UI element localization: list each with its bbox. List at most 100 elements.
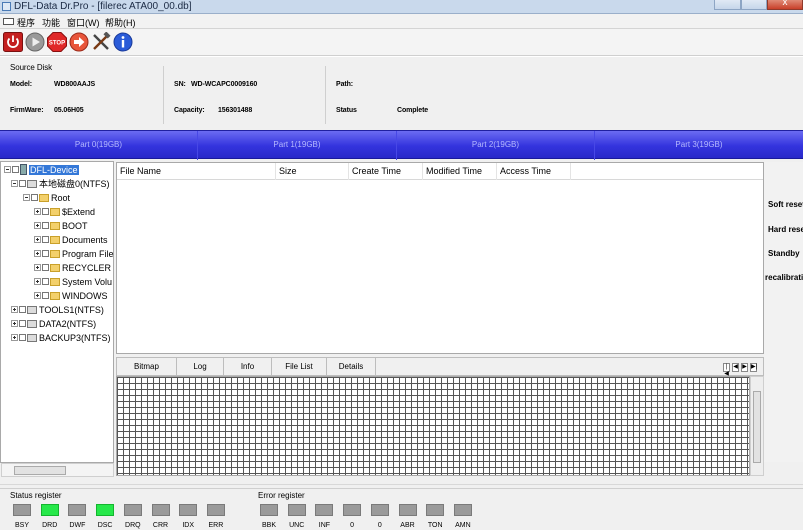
tree-node-folder[interactable]: System Volu [34,276,112,289]
checkbox[interactable] [19,306,26,314]
source-disk-title: Source Disk [10,63,53,72]
partition-segment[interactable]: Part 3(19GB) [595,131,803,160]
register-bit-led [398,504,417,516]
checkbox[interactable] [42,222,49,230]
tree-node-folder[interactable]: Documents [34,234,108,247]
tree-node-folder[interactable]: RECYCLER [34,262,111,275]
checkbox[interactable] [19,180,26,188]
expand-icon[interactable] [34,236,41,244]
column-header-create-time[interactable]: Create Time [352,166,401,176]
column-divider[interactable] [348,163,349,180]
checkbox[interactable] [31,194,38,202]
model-label: Model: [10,81,32,88]
checkbox[interactable] [42,208,49,216]
minimize-button[interactable] [714,0,741,10]
tree-node-volume[interactable]: DATA2(NTFS) [11,318,96,331]
folder-icon [50,291,60,300]
next-page-icon[interactable]: ▶ [741,363,748,372]
tab-bitmap[interactable]: Bitmap [117,358,177,376]
partition-segment[interactable]: Part 2(19GB) [397,131,595,160]
panel-divider [325,66,326,124]
register-bit-label: ABR [400,522,415,529]
scrollbar-thumb[interactable] [14,466,66,475]
checkbox[interactable] [42,278,49,286]
collapse-icon[interactable] [11,180,18,188]
stop-button[interactable]: STOP [47,32,67,52]
soft-reset-button[interactable]: Soft reset [768,200,803,209]
expand-icon[interactable] [11,306,18,314]
menu-function[interactable]: 功能 [42,16,60,29]
expand-icon[interactable] [11,334,18,342]
tree-node-folder[interactable]: $Extend [34,206,95,219]
checkbox[interactable] [12,166,19,174]
register-bit-label: DRD [42,522,58,529]
forward-button[interactable] [69,32,89,52]
bitmap-vertical-scrollbar[interactable] [750,376,764,476]
info-button[interactable] [113,32,133,52]
tab-details[interactable]: Details [327,358,376,376]
column-header-file-name[interactable]: File Name [120,166,161,176]
tree-node-folder[interactable]: BOOT [34,220,88,233]
drive-icon [27,179,37,188]
first-page-icon[interactable]: |◀ [723,363,730,377]
checkbox[interactable] [19,320,26,328]
power-button[interactable] [3,32,23,52]
recalibration-button[interactable]: recalibratio [765,273,803,282]
tools-button[interactable] [91,32,111,52]
column-divider[interactable] [275,163,276,180]
tree-node-device[interactable]: DFL-Device [4,164,79,177]
sector-bitmap-grid[interactable] [116,376,750,476]
file-list[interactable]: File Name Size Create Time Modified Time… [116,162,764,354]
folder-icon [50,263,60,272]
menu-window[interactable]: 窗口(W) [67,16,100,29]
capacity-label: Capacity: [174,107,205,114]
expand-icon[interactable] [34,292,41,300]
register-bit-led [426,504,445,516]
checkbox[interactable] [19,334,26,342]
tree-node-volume[interactable]: 本地磁盘0(NTFS) [11,178,110,191]
checkbox[interactable] [42,236,49,244]
column-header-access-time[interactable]: Access Time [500,166,551,176]
expand-icon[interactable] [34,208,41,216]
expand-icon[interactable] [11,320,18,328]
tree-horizontal-scrollbar[interactable] [1,463,114,477]
tab-log[interactable]: Log [177,358,224,376]
expand-icon[interactable] [34,278,41,286]
expand-icon[interactable] [34,264,41,272]
tree-node-volume[interactable]: BACKUP3(NTFS) [11,332,111,345]
tab-info[interactable]: Info [224,358,272,376]
close-button[interactable]: x [767,0,803,10]
stop-label: STOP [49,41,65,47]
expand-icon[interactable] [34,250,41,258]
last-page-icon[interactable]: ▶| [750,363,757,372]
register-bit-led [40,504,59,516]
column-divider[interactable] [570,163,571,180]
register-bit-led [453,504,472,516]
play-button[interactable] [25,32,45,52]
collapse-icon[interactable] [4,166,11,174]
hard-reset-button[interactable]: Hard rese [768,225,803,234]
column-header-size[interactable]: Size [279,166,297,176]
column-divider[interactable] [422,163,423,180]
standby-button[interactable]: Standby [768,249,800,258]
expand-icon[interactable] [34,222,41,230]
tab-file-list[interactable]: File List [272,358,327,376]
scrollbar-thumb[interactable] [753,391,761,463]
tree-node-volume[interactable]: TOOLS1(NTFS) [11,304,104,317]
checkbox[interactable] [42,250,49,258]
tree-node-root[interactable]: Root [23,192,70,205]
maximize-button[interactable] [741,0,767,10]
checkbox[interactable] [42,292,49,300]
prev-page-icon[interactable]: ◀ [732,363,739,372]
tree-node-folder[interactable]: Program File [34,248,114,261]
tree-node-folder[interactable]: WINDOWS [34,290,108,303]
column-divider[interactable] [496,163,497,180]
checkbox[interactable] [42,264,49,272]
partition-segment[interactable]: Part 0(19GB) [0,131,198,160]
menu-program[interactable]: 程序 [17,16,35,29]
menu-help[interactable]: 帮助(H) [105,16,136,29]
partition-segment[interactable]: Part 1(19GB) [198,131,397,160]
column-header-modified-time[interactable]: Modified Time [426,166,482,176]
collapse-icon[interactable] [23,194,30,202]
register-bit-led [370,504,389,516]
